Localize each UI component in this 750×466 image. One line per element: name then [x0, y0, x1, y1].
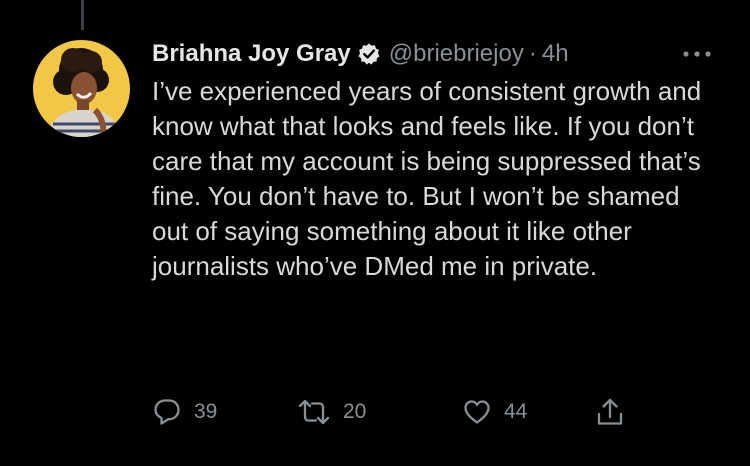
avatar-image	[33, 40, 130, 137]
like-button[interactable]: 44	[462, 397, 595, 427]
tweet-header: Briahna Joy Gray @briebriejoy · 4h	[152, 34, 732, 74]
three-dots-icon[interactable]	[680, 44, 714, 64]
retweet-button[interactable]: 20	[297, 397, 462, 427]
tweet-text: I’ve experienced years of consistent gro…	[152, 76, 702, 281]
separator-dot: ·	[528, 40, 537, 67]
tweet-content: Briahna Joy Gray @briebriejoy · 4h I’ve …	[152, 34, 732, 284]
share-button[interactable]	[595, 396, 625, 428]
reply-button[interactable]: 39	[152, 397, 297, 427]
tweet-actions: 39 20 44	[152, 392, 625, 432]
reply-count: 39	[194, 400, 218, 423]
like-count: 44	[504, 400, 528, 423]
verified-badge-icon	[357, 42, 381, 66]
author-handle[interactable]: @briebriejoy	[389, 40, 524, 68]
speech-bubble-icon	[154, 399, 180, 425]
author-name[interactable]: Briahna Joy Gray	[152, 40, 351, 68]
thread-connector-line	[81, 0, 84, 30]
share-upload-icon	[597, 398, 623, 425]
heart-icon	[464, 400, 490, 424]
retweet-count: 20	[343, 400, 367, 423]
tweet-timestamp[interactable]: 4h	[542, 40, 569, 68]
retweet-arrows-icon	[298, 399, 330, 425]
avatar[interactable]	[33, 40, 130, 137]
